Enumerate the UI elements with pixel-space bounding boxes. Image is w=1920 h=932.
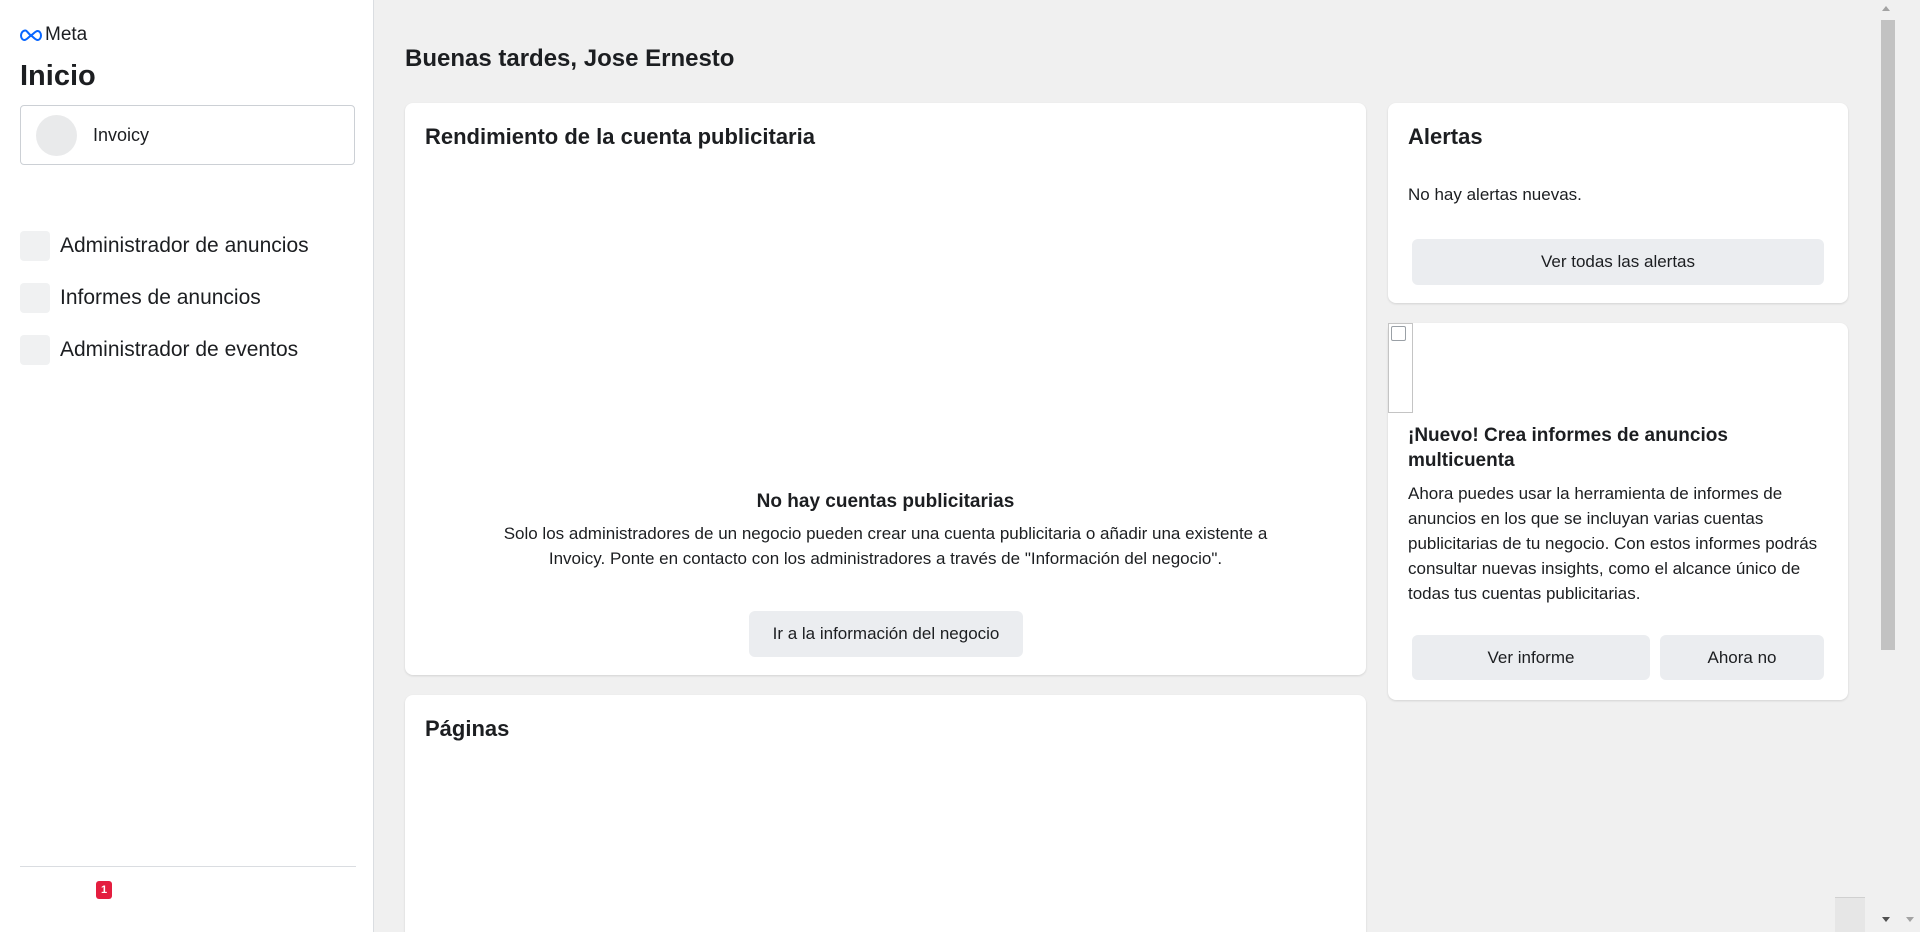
card-title: Alertas (1408, 124, 1483, 149)
nav-item-label: Administrador de eventos (60, 338, 299, 361)
ads-reporting-icon (20, 283, 50, 313)
meta-logo[interactable]: Meta (20, 24, 87, 46)
meta-logo-text: Meta (45, 24, 88, 45)
promo-title: ¡Nuevo! Crea informes de anuncios multic… (1408, 425, 1728, 471)
corner-widget[interactable] (1835, 897, 1865, 932)
business-info-button[interactable]: Ir a la información del negocio (749, 611, 1023, 657)
vertical-scrollbar[interactable] (1878, 0, 1895, 932)
alerts-card: Alertas No hay alertas nuevas. Ver todas… (1388, 103, 1848, 303)
notification-badge[interactable]: 1 (96, 881, 112, 899)
alerts-empty-text: No hay alertas nuevas. (1408, 185, 1582, 204)
sidebar: Meta Inicio Invoicy Administrador de anu… (0, 0, 374, 932)
scroll-down-arrow-icon[interactable] (1906, 917, 1914, 922)
nav-item-events-manager[interactable]: Administrador de eventos (20, 324, 355, 376)
empty-state-title: No hay cuentas publicitarias (756, 491, 1015, 512)
broken-image-icon (1388, 323, 1413, 413)
sidebar-divider (20, 866, 356, 867)
business-avatar (36, 114, 77, 156)
promo-card: ¡Nuevo! Crea informes de anuncios multic… (1388, 323, 1848, 700)
pages-card: Páginas (405, 695, 1366, 932)
ads-manager-icon (20, 231, 50, 261)
meta-infinity-icon (20, 29, 42, 41)
greeting: Buenas tardes, Jose Ernesto (405, 45, 735, 72)
promo-body: Ahora puedes usar la herramienta de info… (1408, 484, 1818, 603)
sidebar-nav: Administrador de anuncios Informes de an… (20, 220, 355, 376)
scroll-up-arrow-icon[interactable] (1882, 6, 1890, 11)
ad-account-performance-card: Rendimiento de la cuenta publicitaria No… (405, 103, 1366, 675)
card-title: Páginas (425, 716, 510, 741)
business-selector[interactable]: Invoicy (20, 105, 355, 165)
view-report-button[interactable]: Ver informe (1412, 635, 1650, 680)
nav-item-label: Informes de anuncios (60, 286, 261, 309)
nav-item-ads-manager[interactable]: Administrador de anuncios (20, 220, 355, 272)
scrollbar-thumb[interactable] (1881, 20, 1895, 650)
events-manager-icon (20, 335, 50, 365)
business-name: Invoicy (93, 124, 150, 145)
sidebar-title: Inicio (20, 60, 96, 92)
scroll-down-arrow-icon[interactable] (1882, 917, 1890, 922)
not-now-button[interactable]: Ahora no (1660, 635, 1824, 680)
card-title: Rendimiento de la cuenta publicitaria (425, 124, 815, 149)
nav-item-label: Administrador de anuncios (60, 234, 309, 257)
empty-state-description: Solo los administradores de un negocio p… (503, 524, 1268, 568)
view-all-alerts-button[interactable]: Ver todas las alertas (1412, 239, 1824, 285)
nav-item-ads-reporting[interactable]: Informes de anuncios (20, 272, 355, 324)
